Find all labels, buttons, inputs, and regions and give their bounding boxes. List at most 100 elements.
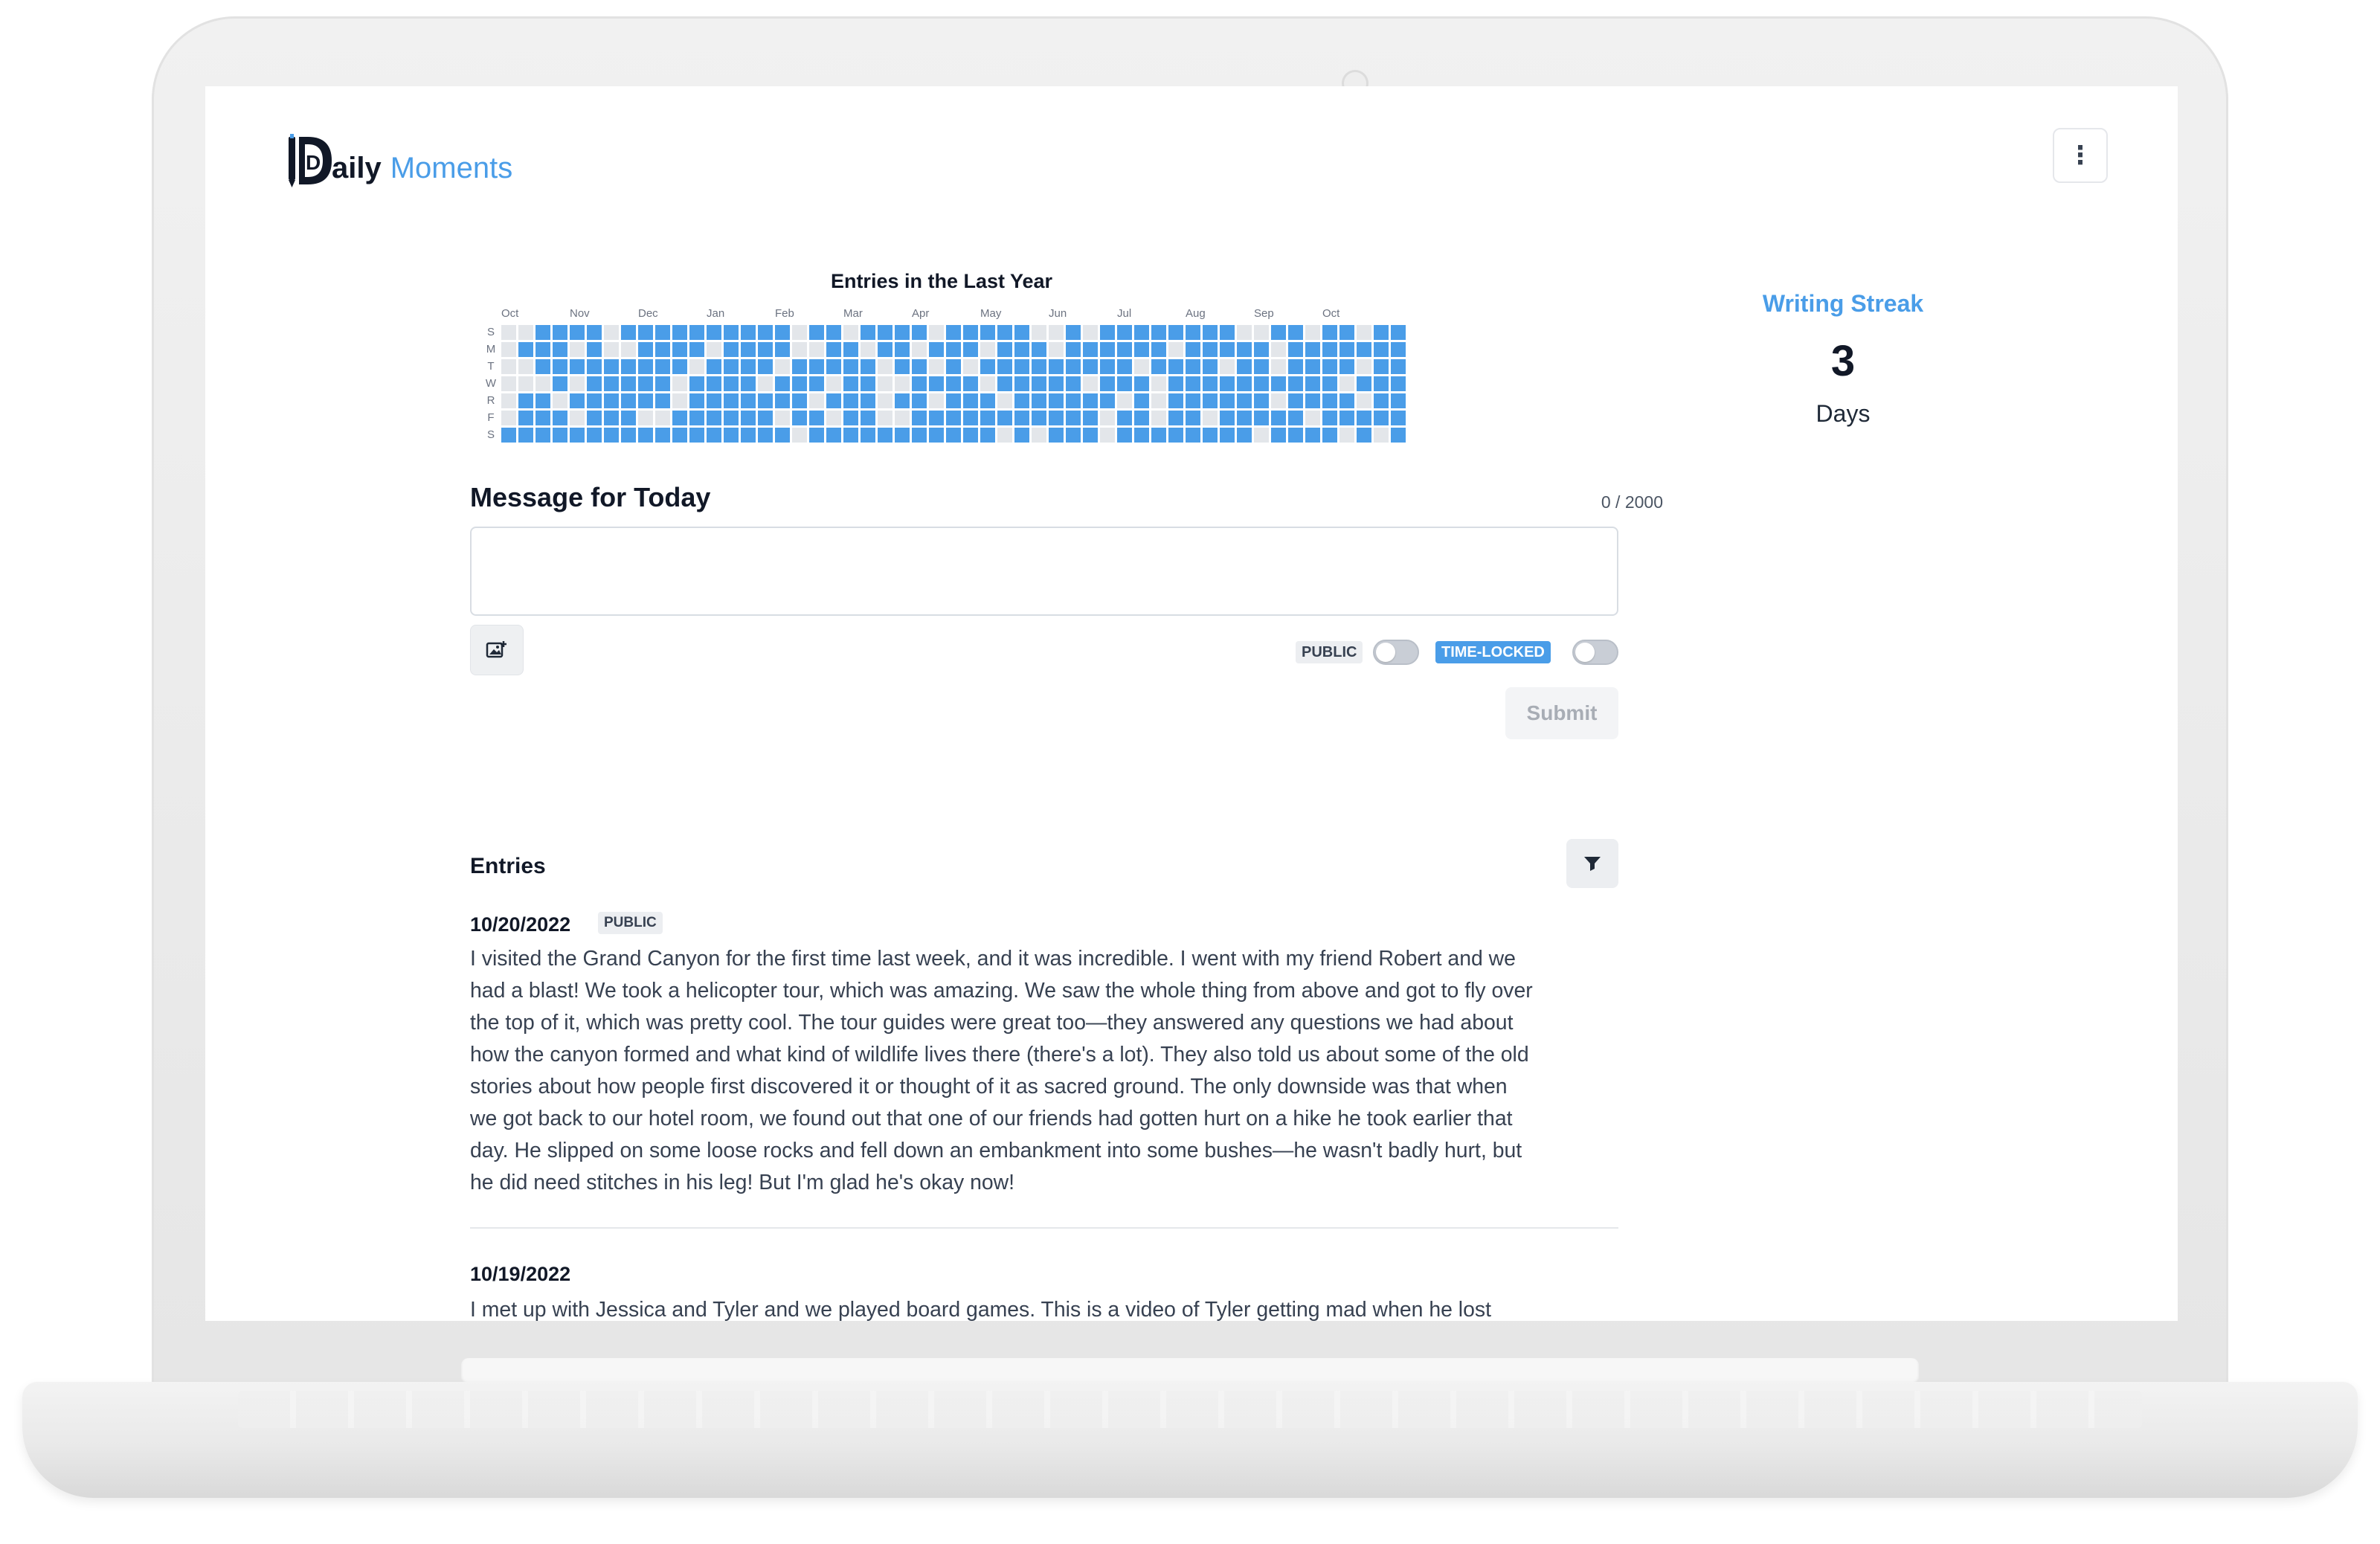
heatmap-month-label: Oct (501, 307, 519, 320)
heatmap-cell (587, 428, 602, 443)
heatmap-cell (655, 393, 670, 408)
heatmap-cell (1237, 359, 1252, 374)
heatmap-cell (946, 325, 961, 340)
app-logo[interactable]: D aily Moments (286, 129, 512, 189)
heatmap-cell (707, 411, 721, 425)
heatmap-cell (1203, 376, 1218, 391)
public-toggle[interactable] (1373, 640, 1419, 665)
heatmap-cell (570, 359, 585, 374)
more-menu-button[interactable]: ⋮ (2053, 128, 2108, 183)
heatmap-cell (1357, 428, 1371, 443)
heatmap-cell (553, 428, 567, 443)
entry-public-badge: PUBLIC (598, 912, 663, 934)
heatmap-cell (997, 376, 1012, 391)
heatmap-cell (1186, 342, 1200, 357)
heatmap-cell (707, 342, 721, 357)
heatmap-cell (1066, 325, 1081, 340)
heatmap-cell (861, 325, 875, 340)
heatmap-cell (963, 359, 978, 374)
heatmap-cell (587, 359, 602, 374)
heatmap-cell (861, 411, 875, 425)
heatmap-cell (1168, 393, 1183, 408)
heatmap-cell (1271, 411, 1286, 425)
heatmap-cell (518, 325, 533, 340)
entry-line: how the canyon formed and what kind of w… (470, 1043, 1529, 1067)
heatmap-cell (553, 393, 567, 408)
heatmap-cell (1305, 393, 1320, 408)
heatmap-cell (946, 411, 961, 425)
entry-line: I met up with Jessica and Tyler and we p… (470, 1298, 1491, 1321)
time-locked-toggle[interactable] (1572, 640, 1618, 665)
toggle-knob (1575, 643, 1595, 662)
heatmap-cell (792, 411, 807, 425)
heatmap-cell (1339, 359, 1354, 374)
heatmap-cell (1014, 393, 1029, 408)
heatmap-cell (895, 411, 910, 425)
heatmap-cell (672, 376, 687, 391)
heatmap-cell (1134, 411, 1149, 425)
heatmap-cell (775, 411, 790, 425)
heatmap-cell (1014, 342, 1029, 357)
heatmap-cell (518, 428, 533, 443)
heatmap-cell (758, 393, 773, 408)
heatmap-cell (553, 342, 567, 357)
heatmap-cell (1168, 359, 1183, 374)
heatmap-cell (946, 376, 961, 391)
heatmap-cell (843, 325, 858, 340)
heatmap-cell (1305, 342, 1320, 357)
heatmap-month-label: Dec (638, 307, 658, 320)
heatmap-cell (1014, 376, 1029, 391)
heatmap-cell (621, 428, 636, 443)
svg-text:D: D (306, 151, 321, 174)
heatmap-month-label: Jan (707, 307, 725, 320)
heatmap-cell (997, 342, 1012, 357)
heatmap-cell (843, 376, 858, 391)
heatmap-cell (1220, 376, 1235, 391)
heatmap-cell (963, 411, 978, 425)
heatmap-cell (536, 393, 550, 408)
filter-button[interactable] (1566, 839, 1618, 888)
heatmap-cell (724, 342, 739, 357)
heatmap-cell (1083, 411, 1098, 425)
heatmap-cell (1237, 393, 1252, 408)
heatmap-cell (861, 342, 875, 357)
heatmap-month-label: May (980, 307, 1002, 320)
heatmap-cell (1288, 376, 1303, 391)
submit-button[interactable]: Submit (1505, 687, 1618, 739)
heatmap-cell (878, 376, 892, 391)
heatmap-cell (1186, 325, 1200, 340)
heatmap-cell (741, 325, 756, 340)
heatmap-cell (587, 325, 602, 340)
composer-heading: Message for Today (470, 482, 711, 512)
heatmap-cell (809, 325, 824, 340)
heatmap-cell (724, 359, 739, 374)
heatmap-cell (1134, 376, 1149, 391)
heatmap-cell (1203, 428, 1218, 443)
heatmap-cell (1083, 393, 1098, 408)
heatmap-cell (1203, 342, 1218, 357)
heatmap-cell (1322, 393, 1337, 408)
add-image-icon (486, 641, 506, 658)
heatmap-cell (1083, 342, 1098, 357)
heatmap-cell (621, 359, 636, 374)
heatmap-cell (1168, 411, 1183, 425)
heatmap-cell (1168, 376, 1183, 391)
add-image-button[interactable] (470, 625, 524, 675)
message-input[interactable] (470, 527, 1618, 616)
heatmap-cell (963, 342, 978, 357)
heatmap-cell (792, 359, 807, 374)
heatmap-cell (1305, 325, 1320, 340)
vertical-dots-icon: ⋮ (2068, 141, 2093, 170)
heatmap-cell (1100, 411, 1115, 425)
heatmap-cell (587, 411, 602, 425)
heatmap-cell (638, 325, 653, 340)
heatmap-cell (689, 411, 704, 425)
heatmap-cell (912, 411, 927, 425)
heatmap-cell (1322, 325, 1337, 340)
heatmap-cell (980, 359, 995, 374)
heatmap-cell (1032, 325, 1046, 340)
heatmap-cell (1151, 359, 1166, 374)
heatmap-cell (1391, 411, 1406, 425)
heatmap-cell (843, 393, 858, 408)
heatmap-cell (689, 376, 704, 391)
